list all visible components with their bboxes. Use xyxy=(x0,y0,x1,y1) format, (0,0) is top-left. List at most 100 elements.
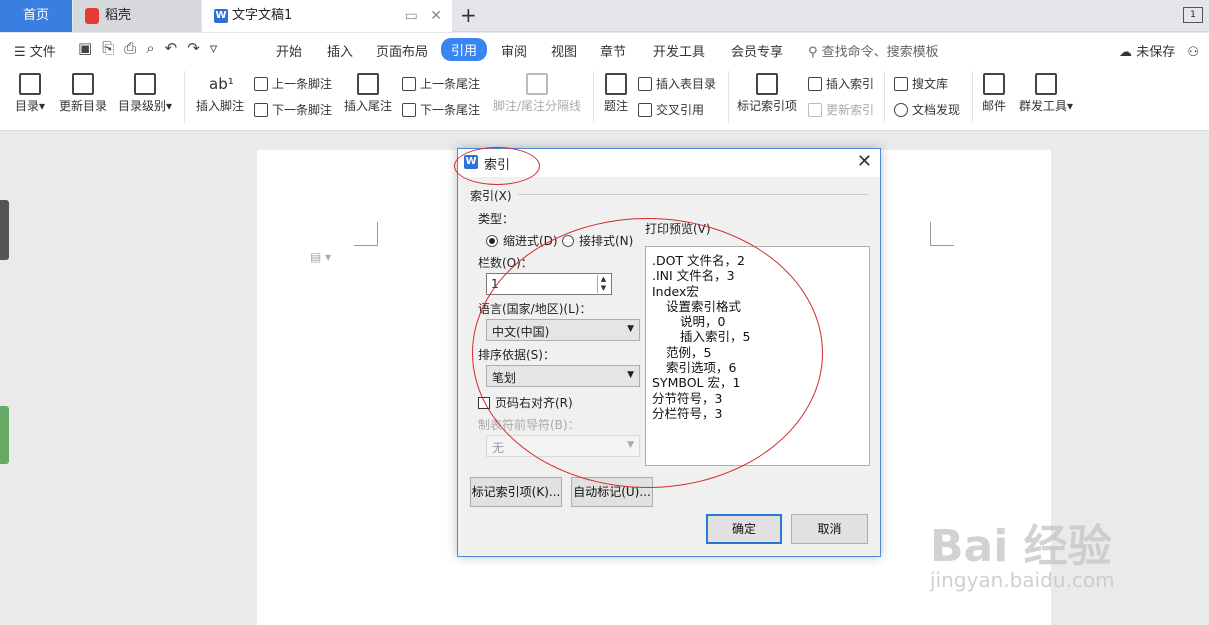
mark-index-icon xyxy=(756,73,778,95)
menu-developer[interactable]: 开发工具 xyxy=(653,41,705,60)
menu-layout[interactable]: 页面布局 xyxy=(376,41,428,60)
chevron-down-icon: ▼ xyxy=(627,324,634,334)
preview-line: SYMBOL 宏，1 xyxy=(652,375,741,391)
next-footnote-button[interactable]: 下一条脚注 xyxy=(254,101,332,118)
screen-icon[interactable]: ▭ xyxy=(405,8,418,24)
insert-index-button[interactable]: 插入索引 xyxy=(808,75,874,92)
update-toc-button[interactable]: 更新目录 xyxy=(56,73,110,114)
save-icon[interactable]: ▣ xyxy=(78,39,102,57)
radio-empty-icon xyxy=(562,235,574,247)
next-footnote-label: 下一条脚注 xyxy=(272,103,333,117)
toc-level-button[interactable]: 目录级别▾ xyxy=(116,73,174,114)
ok-button[interactable]: 确定 xyxy=(706,514,782,544)
preview-line: 分节符号，3 xyxy=(652,390,723,406)
insert-index-icon xyxy=(808,77,822,91)
paragraph-icon[interactable]: ▤ ▾ xyxy=(310,250,331,264)
tab-daoke[interactable]: 稻壳 xyxy=(73,0,201,32)
dialog-title: 索引 xyxy=(484,158,511,173)
save-status-label: 未保存 xyxy=(1136,45,1176,60)
watermark-url: jingyan.baidu.com xyxy=(930,568,1115,592)
toc-button[interactable]: 目录▾ xyxy=(12,73,48,114)
prev-endnote-button[interactable]: 上一条尾注 xyxy=(402,75,480,92)
note-separator-button[interactable]: 脚注/尾注分隔线 xyxy=(490,73,584,114)
dropdown-icon[interactable]: ▿ xyxy=(210,39,228,57)
caption-button[interactable]: 题注 xyxy=(600,73,632,114)
mark-entry-button[interactable]: 标记索引项(K)... xyxy=(470,477,562,507)
table-toc-icon xyxy=(638,77,652,91)
index-dialog: W 索引 ✕ 索引(X) 类型： 缩进式(D) 接排式(N) 栏数(O)： 1 … xyxy=(457,148,881,557)
mark-index-button[interactable]: 标记索引项 xyxy=(736,73,798,114)
preview-icon[interactable]: ⌕ xyxy=(146,39,164,57)
sort-label: 排序依据(S)： xyxy=(478,348,555,362)
next-endnote-button[interactable]: 下一条尾注 xyxy=(402,101,480,118)
search-icon: ⚲ xyxy=(808,45,818,60)
close-icon[interactable]: ✕ xyxy=(430,8,442,24)
next-endnote-label: 下一条尾注 xyxy=(420,103,481,117)
search-lib-icon xyxy=(894,77,908,91)
leader-select[interactable]: 无 ▼ xyxy=(486,435,640,457)
tab-document[interactable]: W 文字文稿1 ▭ ✕ xyxy=(202,0,452,32)
ribbon-separator xyxy=(884,71,885,123)
new-tab-button[interactable]: + xyxy=(460,3,477,27)
insert-footnote-button[interactable]: ab¹ 插入脚注 xyxy=(194,73,246,114)
page-indicator[interactable]: 1 xyxy=(1183,7,1203,23)
toc-icon xyxy=(19,73,41,95)
caption-icon xyxy=(605,73,627,95)
menu-bar: ☰ 文件 ▣⎘⎙⌕↶↷▿ 开始 插入 页面布局 引用 审阅 视图 章节 开发工具… xyxy=(0,33,1209,65)
dialog-close-button[interactable]: ✕ xyxy=(857,151,872,172)
cancel-button[interactable]: 取消 xyxy=(791,514,868,544)
menu-view[interactable]: 视图 xyxy=(551,41,577,60)
export-icon[interactable]: ⎘ xyxy=(102,39,124,57)
right-align-checkbox[interactable]: 页码右对齐(R) xyxy=(478,394,573,411)
menu-insert[interactable]: 插入 xyxy=(327,41,353,60)
undo-icon[interactable]: ↶ xyxy=(165,39,188,57)
tab-home[interactable]: 首页 xyxy=(0,0,72,32)
command-search[interactable]: ⚲ 查找命令、搜索模板 xyxy=(808,41,939,60)
dialog-titlebar: W 索引 ✕ xyxy=(458,149,880,177)
sort-select[interactable]: 笔划 ▼ xyxy=(486,365,640,387)
language-select[interactable]: 中文(中国) ▼ xyxy=(486,319,640,341)
save-status[interactable]: ☁ 未保存 ⚇ xyxy=(1119,41,1199,60)
leader-label: 制表符前导符(B)： xyxy=(478,418,580,432)
insert-table-toc-button[interactable]: 插入表目录 xyxy=(638,75,716,92)
menu-section[interactable]: 章节 xyxy=(600,41,626,60)
mass-tools-button[interactable]: 群发工具▾ xyxy=(1016,73,1076,114)
writer-logo-icon: W xyxy=(214,9,228,23)
side-handle-top[interactable] xyxy=(0,200,9,260)
insert-footnote-label: 插入脚注 xyxy=(195,99,244,113)
menu-member[interactable]: 会员专享 xyxy=(731,41,783,60)
file-menu[interactable]: ☰ 文件 xyxy=(14,41,56,60)
type-runin-radio[interactable]: 接排式(N) xyxy=(562,232,633,249)
mail-label: 邮件 xyxy=(981,99,1006,113)
auto-mark-button[interactable]: 自动标记(U)... xyxy=(571,477,653,507)
cross-ref-icon xyxy=(638,103,652,117)
stepper-arrows-icon[interactable]: ▲ ▼ xyxy=(597,275,609,293)
print-icon[interactable]: ⎙ xyxy=(124,39,146,57)
user-icon[interactable]: ⚇ xyxy=(1187,45,1199,60)
index-group-label: 索引(X) xyxy=(470,189,512,203)
mail-button[interactable]: 邮件 xyxy=(980,73,1008,114)
file-menu-label: 文件 xyxy=(29,45,56,60)
prev-footnote-button[interactable]: 上一条脚注 xyxy=(254,75,332,92)
cross-ref-button[interactable]: 交叉引用 xyxy=(638,101,704,118)
print-preview-box: .DOT 文件名，2 .INI 文件名，3 Index宏 设置索引格式 说明，0… xyxy=(645,246,870,466)
command-search-label: 查找命令、搜索模板 xyxy=(821,45,939,60)
columns-stepper[interactable]: 1 ▲ ▼ xyxy=(486,273,612,295)
redo-icon[interactable]: ↷ xyxy=(187,39,210,57)
menu-start[interactable]: 开始 xyxy=(276,41,302,60)
insert-endnote-button[interactable]: 插入尾注 xyxy=(342,73,394,114)
preview-line: 插入索引，5 xyxy=(680,329,751,345)
mail-icon xyxy=(983,73,1005,95)
doc-discover-button[interactable]: 文档发现 xyxy=(894,101,960,118)
menu-references[interactable]: 引用 xyxy=(441,38,488,61)
update-index-button[interactable]: 更新索引 xyxy=(808,101,874,118)
search-lib-button[interactable]: 搜文库 xyxy=(894,75,948,92)
side-handle-bottom[interactable] xyxy=(0,406,9,464)
checkbox-icon xyxy=(478,397,490,409)
preview-line: 范例，5 xyxy=(666,344,712,360)
chevron-down-icon: ▼ xyxy=(627,440,634,450)
menu-review[interactable]: 审阅 xyxy=(501,41,527,60)
type-indented-radio[interactable]: 缩进式(D) xyxy=(486,232,558,249)
next-footnote-icon xyxy=(254,103,268,117)
chevron-down-icon: ▼ xyxy=(627,370,634,380)
